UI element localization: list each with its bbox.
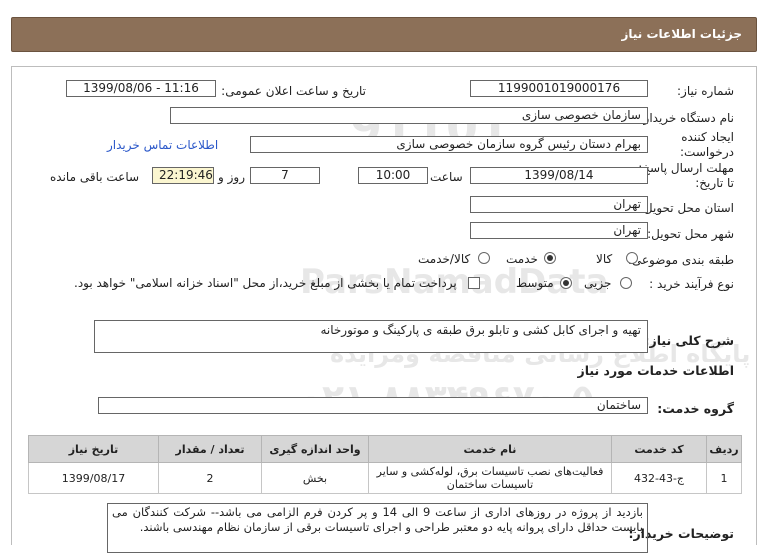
process-radio-minor[interactable]	[620, 277, 632, 289]
category-option-service: خدمت	[506, 252, 538, 266]
header-service-code: کد خدمت	[611, 435, 707, 463]
cell-quantity: 2	[158, 462, 262, 494]
payment-note: پرداخت تمام یا بخشی از مبلغ خرید،از محل …	[74, 276, 457, 290]
creator-field: بهرام دستان رئیس گروه سازمان خصوصی سازی	[250, 136, 648, 153]
announce-date-field: 1399/08/06 - 11:16	[66, 80, 216, 97]
cell-row-number: 1	[706, 462, 742, 494]
header-service-name: نام خدمت	[368, 435, 612, 463]
cell-service-name: فعالیت‌های نصب تاسیسات برق، لوله‌کشی و س…	[368, 462, 612, 494]
category-option-goods: کالا	[596, 252, 613, 266]
category-radio-service[interactable]	[544, 252, 556, 264]
header-quantity: تعداد / مقدار	[158, 435, 262, 463]
category-option-goods-service: کالا/خدمت	[418, 252, 471, 266]
deadline-time-field: 10:00	[358, 167, 428, 184]
cell-service-code: ج-43-432	[611, 462, 707, 494]
table-row: 1 ج-43-432 فعالیت‌های نصب تاسیسات برق، ل…	[28, 462, 742, 494]
remaining-time-label: ساعت باقی مانده	[50, 170, 140, 184]
buyer-notes-field: بازدید از پروژه در روزهای اداری از ساعت …	[107, 503, 648, 553]
creator-label-line1: ایجاد کننده	[681, 130, 734, 144]
days-remaining-field: 7	[250, 167, 320, 184]
city-label: شهر محل تحویل:	[647, 227, 734, 241]
services-table: ردیف کد خدمت نام خدمت واحد اندازه گیری ت…	[28, 435, 742, 494]
process-option-medium: متوسط	[516, 276, 554, 290]
deadline-label-line1: مهلت ارسال پاسخ:	[638, 161, 734, 175]
city-field: تهران	[470, 222, 648, 239]
days-label: روز و	[218, 170, 245, 184]
header-need-date: تاریخ نیاز	[28, 435, 159, 463]
page-header: جزئیات اطلاعات نیاز	[11, 17, 757, 52]
services-heading: اطلاعات خدمات مورد نیاز	[577, 363, 735, 378]
need-number-field: 1199001019000176	[470, 80, 648, 97]
buyer-org-label: نام دستگاه خریدار:	[639, 111, 735, 125]
payment-checkbox[interactable]	[468, 277, 480, 289]
process-label: نوع فرآیند خرید :	[649, 277, 734, 291]
cell-unit: بخش	[261, 462, 369, 494]
service-group-label: گروه خدمت:	[657, 401, 734, 416]
category-radio-goods[interactable]	[626, 252, 638, 264]
remaining-time-field: 22:19:46	[152, 167, 214, 184]
cell-need-date: 1399/08/17	[28, 462, 159, 494]
deadline-time-label: ساعت	[430, 170, 463, 184]
province-field: تهران	[470, 196, 648, 213]
summary-field: تهیه و اجرای کابل کشی و تابلو برق طبقه ی…	[94, 320, 648, 353]
header-unit: واحد اندازه گیری	[261, 435, 369, 463]
summary-label: شرح کلی نیاز:	[644, 333, 734, 348]
deadline-date-field: 1399/08/14	[470, 167, 648, 184]
category-label: طبقه بندی موضوعی:	[627, 253, 734, 267]
buyer-contact-link[interactable]: اطلاعات تماس خریدار	[107, 138, 218, 152]
category-radio-goods-service[interactable]	[478, 252, 490, 264]
deadline-label-line2: تا تاریخ:	[695, 176, 734, 190]
creator-label-line2: درخواست:	[680, 145, 734, 159]
page-title: جزئیات اطلاعات نیاز	[621, 27, 742, 41]
buyer-org-field: سازمان خصوصی سازی	[170, 107, 648, 124]
service-group-field: ساختمان	[98, 397, 648, 414]
announce-date-label: تاریخ و ساعت اعلان عمومی:	[221, 84, 366, 98]
header-row-number: ردیف	[706, 435, 742, 463]
process-option-minor: جزیی	[584, 276, 612, 290]
table-header-row: ردیف کد خدمت نام خدمت واحد اندازه گیری ت…	[28, 435, 742, 463]
need-number-label: شماره نیاز:	[677, 84, 734, 98]
process-radio-medium[interactable]	[560, 277, 572, 289]
province-label: استان محل تحویل:	[639, 201, 734, 215]
